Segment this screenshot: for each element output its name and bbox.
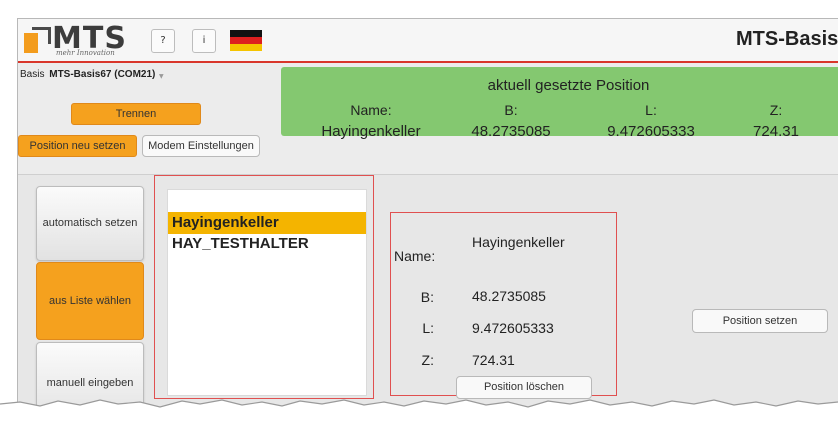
location-list-highlight: Hayingenkeller HAY_TESTHALTER <box>154 175 374 399</box>
torn-edge <box>0 399 838 433</box>
detail-z-value: 724.31 <box>472 352 515 368</box>
position-header-z: Z: <box>769 102 783 118</box>
position-header-name: Name: <box>350 102 392 118</box>
position-header-b: B: <box>504 102 518 118</box>
app-window: MTS mehr Innovation ? i MTS-Basis Basis … <box>17 18 838 424</box>
position-value-name: Hayingenkeller <box>321 123 421 140</box>
detail-name-value: Hayingenkeller <box>472 234 565 250</box>
logo-tagline: mehr Innovation <box>56 49 115 57</box>
current-position-title: aktuell gesetzte Position <box>487 77 650 94</box>
logo-mark-icon <box>24 27 51 53</box>
screenshot-frame: MTS mehr Innovation ? i MTS-Basis Basis … <box>0 0 838 433</box>
german-flag-icon[interactable] <box>230 30 262 51</box>
mode-auto-button[interactable]: automatisch setzen <box>36 186 144 261</box>
app-title: MTS-Basis <box>736 28 838 50</box>
info-button[interactable]: i <box>192 29 216 53</box>
modem-settings-button[interactable]: Modem Einstellungen <box>142 135 260 157</box>
basis-label: Basis MTS-Basis67 (COM21) <box>20 69 155 80</box>
chevron-down-icon[interactable]: ▼ <box>159 73 164 80</box>
current-position-panel: aktuell gesetzte Position Name: B: L: Z:… <box>281 67 838 140</box>
reset-position-button[interactable]: Position neu setzen <box>18 135 137 157</box>
location-list[interactable]: Hayingenkeller HAY_TESTHALTER <box>167 189 367 396</box>
help-button[interactable]: ? <box>151 29 175 53</box>
disconnect-button[interactable]: Trennen <box>71 103 201 125</box>
detail-z-label: Z: <box>421 352 434 368</box>
position-details-highlight: Name: Hayingenkeller B: 48.2735085 L: 9.… <box>390 212 617 399</box>
title-bar: MTS mehr Innovation ? i MTS-Basis <box>18 19 838 63</box>
position-header-l: L: <box>645 102 657 118</box>
detail-b-value: 48.2735085 <box>472 288 546 304</box>
detail-b-label: B: <box>420 289 434 305</box>
basis-label-text: Basis <box>20 69 45 80</box>
list-item[interactable]: HAY_TESTHALTER <box>168 233 366 255</box>
mts-logo: MTS mehr Innovation <box>22 21 130 57</box>
basis-select[interactable]: MTS-Basis67 (COM21) <box>49 69 155 80</box>
position-value-z: 724.31 <box>753 123 799 140</box>
connection-panel: Basis MTS-Basis67 (COM21) ▼ Trennen Posi… <box>18 63 266 163</box>
position-value-b: 48.2735085 <box>471 123 551 140</box>
detail-l-label: L: <box>422 320 434 336</box>
mode-list-button[interactable]: aus Liste wählen <box>36 262 144 340</box>
main-content: automatisch setzen aus Liste wählen manu… <box>18 174 838 424</box>
detail-name-label: Name: <box>394 248 436 264</box>
position-value-l: 9.472605333 <box>607 123 695 140</box>
detail-l-value: 9.472605333 <box>472 320 554 336</box>
set-position-button[interactable]: Position setzen <box>692 309 828 333</box>
list-item[interactable]: Hayingenkeller <box>168 212 366 234</box>
